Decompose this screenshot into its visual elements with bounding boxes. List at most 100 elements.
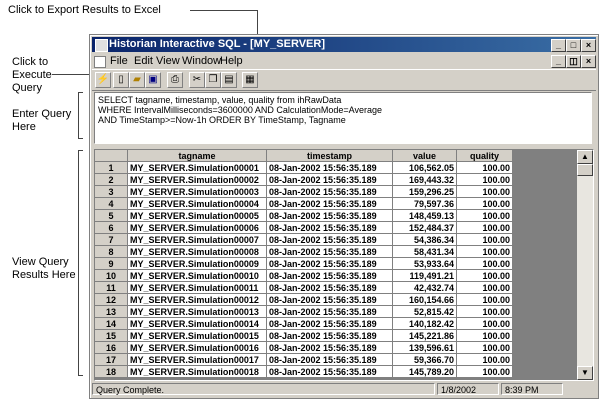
cell-timestamp[interactable]: 08-Jan-2002 15:56:35.189 — [267, 330, 393, 342]
cell-quality[interactable]: 100.00 — [457, 234, 513, 246]
open-icon[interactable]: ▰ — [129, 72, 145, 88]
row-number[interactable]: 3 — [95, 186, 128, 198]
row-number[interactable]: 2 — [95, 174, 128, 186]
row-number[interactable]: 18 — [95, 366, 128, 378]
cell-quality[interactable]: 100.00 — [457, 174, 513, 186]
row-number[interactable]: 5 — [95, 210, 128, 222]
results-grid[interactable]: tagname timestamp value quality ▲ ▼ 1 MY_… — [94, 149, 594, 381]
cell-tagname[interactable]: MY_SERVER.Simulation00007 — [128, 234, 267, 246]
minimize-button[interactable]: _ — [551, 39, 566, 52]
cell-timestamp[interactable]: 08-Jan-2002 15:56:35.189 — [267, 366, 393, 378]
child-restore-button[interactable]: ◫ — [566, 55, 581, 68]
row-number[interactable]: 11 — [95, 282, 128, 294]
cell-timestamp[interactable]: 08-Jan-2002 15:56:35.189 — [267, 174, 393, 186]
scroll-up-button[interactable]: ▲ — [577, 150, 593, 164]
cell-quality[interactable]: 100.00 — [457, 294, 513, 306]
cell-timestamp[interactable]: 08-Jan-2002 15:56:35.189 — [267, 306, 393, 318]
cell-tagname[interactable]: MY_SERVER.Simulation00013 — [128, 306, 267, 318]
row-number[interactable]: 15 — [95, 330, 128, 342]
cell-quality[interactable]: 100.00 — [457, 282, 513, 294]
new-icon[interactable]: ▯ — [113, 72, 129, 88]
cell-value[interactable]: 42,432.74 — [393, 282, 457, 294]
menu-edit[interactable]: Edit — [134, 53, 153, 69]
cell-quality[interactable]: 100.00 — [457, 246, 513, 258]
cell-tagname[interactable]: MY_SERVER.Simulation00009 — [128, 258, 267, 270]
query-editor[interactable]: SELECT tagname, timestamp, value, qualit… — [94, 92, 592, 144]
cell-quality[interactable]: 100.00 — [457, 306, 513, 318]
cell-tagname[interactable]: MY_SERVER.Simulation00006 — [128, 222, 267, 234]
row-number[interactable]: 17 — [95, 354, 128, 366]
cell-timestamp[interactable]: 08-Jan-2002 15:56:35.189 — [267, 186, 393, 198]
row-number[interactable]: 7 — [95, 234, 128, 246]
column-header-quality[interactable]: quality — [457, 150, 513, 162]
cell-quality[interactable]: 100.00 — [457, 198, 513, 210]
cell-quality[interactable]: 100.00 — [457, 162, 513, 174]
vertical-scrollbar[interactable]: ▲ ▼ — [577, 150, 593, 380]
cell-value[interactable]: 106,562.05 — [393, 162, 457, 174]
row-number[interactable]: 14 — [95, 318, 128, 330]
cell-quality[interactable]: 100.00 — [457, 186, 513, 198]
cell-timestamp[interactable]: 08-Jan-2002 15:56:35.189 — [267, 234, 393, 246]
row-number[interactable]: 6 — [95, 222, 128, 234]
column-header-timestamp[interactable]: timestamp — [267, 150, 393, 162]
cell-tagname[interactable]: MY_SERVER.Simulation00016 — [128, 342, 267, 354]
cell-value[interactable]: 152,484.37 — [393, 222, 457, 234]
cell-value[interactable]: 52,815.42 — [393, 306, 457, 318]
cell-tagname[interactable]: MY_SERVER.Simulation00008 — [128, 246, 267, 258]
cell-quality[interactable]: 100.00 — [457, 366, 513, 378]
cell-timestamp[interactable]: 08-Jan-2002 15:56:35.189 — [267, 210, 393, 222]
cell-quality[interactable]: 100.00 — [457, 210, 513, 222]
cell-tagname[interactable]: MY_SERVER.Simulation00001 — [128, 162, 267, 174]
title-bar[interactable]: Historian Interactive SQL - [MY_SERVER] … — [92, 37, 596, 52]
scroll-thumb[interactable] — [577, 164, 593, 176]
row-number[interactable]: 8 — [95, 246, 128, 258]
scroll-down-button[interactable]: ▼ — [577, 366, 593, 380]
cell-timestamp[interactable]: 08-Jan-2002 15:56:35.189 — [267, 342, 393, 354]
cell-tagname[interactable]: MY_SERVER.Simulation00014 — [128, 318, 267, 330]
cell-tagname[interactable]: MY_SERVER.Simulation00011 — [128, 282, 267, 294]
cell-tagname[interactable]: MY_SERVER.Simulation00002 — [128, 174, 267, 186]
cell-value[interactable]: 119,491.21 — [393, 270, 457, 282]
cut-icon[interactable]: ✂ — [189, 72, 205, 88]
cell-value[interactable]: 59,366.70 — [393, 354, 457, 366]
cell-tagname[interactable]: MY_SERVER.Simulation00010 — [128, 270, 267, 282]
cell-timestamp[interactable]: 08-Jan-2002 15:56:35.189 — [267, 354, 393, 366]
row-number[interactable]: 1 — [95, 162, 128, 174]
cell-value[interactable]: 169,443.32 — [393, 174, 457, 186]
row-number[interactable]: 9 — [95, 258, 128, 270]
column-header-value[interactable]: value — [393, 150, 457, 162]
cell-value[interactable]: 148,459.13 — [393, 210, 457, 222]
cell-value[interactable]: 54,386.34 — [393, 234, 457, 246]
cell-timestamp[interactable]: 08-Jan-2002 15:56:35.189 — [267, 222, 393, 234]
cell-tagname[interactable]: MY_SERVER.Simulation00003 — [128, 186, 267, 198]
cell-value[interactable]: 145,789.20 — [393, 366, 457, 378]
child-minimize-button[interactable]: _ — [551, 55, 566, 68]
cell-timestamp[interactable]: 08-Jan-2002 15:56:35.189 — [267, 258, 393, 270]
cell-tagname[interactable]: MY_SERVER.Simulation00004 — [128, 198, 267, 210]
menu-view[interactable]: View — [156, 53, 180, 69]
cell-tagname[interactable]: MY_SERVER.Simulation00018 — [128, 366, 267, 378]
row-number[interactable]: 16 — [95, 342, 128, 354]
cell-timestamp[interactable]: 08-Jan-2002 15:56:35.189 — [267, 294, 393, 306]
cell-timestamp[interactable]: 08-Jan-2002 15:56:35.189 — [267, 270, 393, 282]
row-number[interactable]: 4 — [95, 198, 128, 210]
cell-tagname[interactable]: MY_SERVER.Simulation00012 — [128, 294, 267, 306]
cell-value[interactable]: 145,221.86 — [393, 330, 457, 342]
cell-timestamp[interactable]: 08-Jan-2002 15:56:35.189 — [267, 318, 393, 330]
menu-file[interactable]: File — [110, 53, 128, 69]
row-number[interactable]: 13 — [95, 306, 128, 318]
row-number[interactable]: 10 — [95, 270, 128, 282]
cell-quality[interactable]: 100.00 — [457, 270, 513, 282]
cell-quality[interactable]: 100.00 — [457, 318, 513, 330]
cell-quality[interactable]: 100.00 — [457, 342, 513, 354]
cell-quality[interactable]: 100.00 — [457, 222, 513, 234]
close-button[interactable]: × — [581, 39, 596, 52]
menu-window[interactable]: Window — [182, 53, 221, 69]
app-icon[interactable] — [95, 39, 108, 52]
cell-timestamp[interactable]: 08-Jan-2002 15:56:35.189 — [267, 246, 393, 258]
cell-quality[interactable]: 100.00 — [457, 258, 513, 270]
cell-value[interactable]: 79,597.36 — [393, 198, 457, 210]
execute-icon[interactable]: ⚡ — [95, 72, 111, 88]
cell-timestamp[interactable]: 08-Jan-2002 15:56:35.189 — [267, 282, 393, 294]
copy-icon[interactable]: ❐ — [205, 72, 221, 88]
